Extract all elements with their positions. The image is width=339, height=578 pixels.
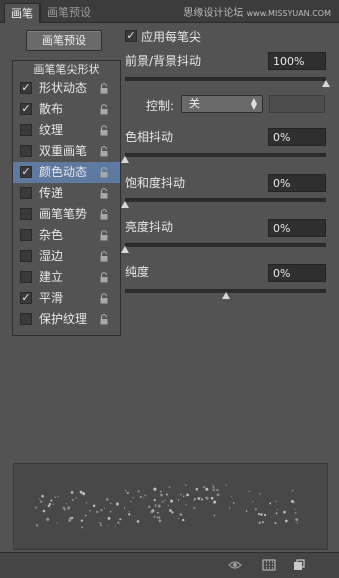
setting-label: 传递: [39, 186, 64, 200]
setting-checkbox[interactable]: ✓: [20, 166, 32, 178]
lock-icon[interactable]: [99, 104, 109, 115]
setting-checkbox[interactable]: [20, 187, 32, 199]
purity-thumb[interactable]: [221, 292, 230, 299]
setting-label: 湿边: [39, 249, 64, 263]
fg-bg-jitter-field[interactable]: 100%: [268, 52, 326, 70]
brush-setting-item[interactable]: ✓ 散布: [13, 99, 120, 120]
setting-checkbox[interactable]: [20, 124, 32, 136]
up-down-arrows-icon: ▲ ▼: [250, 96, 257, 111]
lock-icon[interactable]: [99, 272, 109, 283]
setting-checkbox[interactable]: [20, 229, 32, 241]
fg-bg-jitter-thumb[interactable]: [322, 80, 330, 87]
hue-jitter-slider[interactable]: [125, 153, 326, 157]
lock-icon[interactable]: [99, 167, 109, 178]
lock-icon[interactable]: [99, 230, 109, 241]
grid-icon[interactable]: [262, 558, 276, 572]
eye-icon[interactable]: [228, 558, 242, 572]
lock-icon[interactable]: [99, 293, 109, 304]
brush-setting-item[interactable]: 纹理: [13, 120, 120, 141]
lock-icon[interactable]: [99, 125, 109, 136]
tab-brush[interactable]: 画笔: [4, 3, 40, 23]
brush-setting-item[interactable]: ✓ 平滑: [13, 288, 120, 309]
setting-label: 颜色动态: [39, 165, 88, 179]
fg-bg-jitter-slider[interactable]: [125, 77, 326, 81]
lock-icon[interactable]: [99, 83, 109, 94]
saturation-jitter-field[interactable]: 0%: [268, 174, 326, 192]
brush-setting-item[interactable]: 双重画笔: [13, 141, 120, 162]
brush-setting-item[interactable]: 传递: [13, 183, 120, 204]
setting-checkbox[interactable]: [20, 208, 32, 220]
tab-bar: 画笔 画笔预设 思缘设计论坛 www.MISSYUAN.COM: [0, 0, 339, 23]
brush-setting-item[interactable]: ✓ 形状动态: [13, 78, 120, 99]
hue-jitter-label: 色相抖动: [125, 130, 174, 144]
brush-tip-shape-item[interactable]: 画笔笔尖形状: [13, 61, 120, 78]
saturation-jitter-label: 饱和度抖动: [125, 176, 186, 190]
brush-setting-item[interactable]: ✓ 颜色动态: [13, 162, 120, 183]
hue-jitter-thumb[interactable]: [121, 156, 129, 163]
setting-checkbox[interactable]: [20, 145, 32, 157]
hue-jitter-field[interactable]: 0%: [268, 128, 326, 146]
control-select[interactable]: 关 ▲ ▼: [181, 95, 263, 113]
setting-label: 形状动态: [39, 81, 88, 95]
setting-label: 画笔笔势: [39, 207, 88, 221]
setting-checkbox[interactable]: [20, 250, 32, 262]
setting-checkbox[interactable]: ✓: [20, 292, 32, 304]
tab-brush-presets[interactable]: 画笔预设: [40, 3, 97, 22]
control-select-value: 关: [189, 97, 200, 110]
lock-icon[interactable]: [99, 146, 109, 157]
setting-label: 纹理: [39, 123, 64, 137]
lock-icon[interactable]: [99, 251, 109, 262]
brightness-jitter-field[interactable]: 0%: [268, 219, 326, 237]
brush-panel: 画笔 画笔预设 思缘设计论坛 www.MISSYUAN.COM 画笔预设 画笔笔…: [0, 0, 339, 578]
brush-setting-item[interactable]: 保护纹理: [13, 309, 120, 330]
brightness-jitter-slider[interactable]: [125, 243, 326, 247]
bottom-toolbar: [0, 552, 339, 578]
brush-setting-item[interactable]: 湿边: [13, 246, 120, 267]
saturation-jitter-thumb[interactable]: [121, 201, 129, 208]
setting-checkbox[interactable]: [20, 313, 32, 325]
control-label: 控制:: [146, 99, 175, 113]
brush-stroke-preview: [13, 463, 328, 550]
lock-icon[interactable]: [99, 209, 109, 220]
brightness-jitter-label: 亮度抖动: [125, 220, 174, 234]
setting-label: 建立: [39, 270, 64, 284]
new-brush-icon[interactable]: [292, 558, 306, 572]
purity-field[interactable]: 0%: [268, 264, 326, 282]
brush-setting-item[interactable]: 画笔笔势: [13, 204, 120, 225]
setting-label: 散布: [39, 102, 64, 116]
purity-label: 纯度: [125, 265, 150, 279]
control-value-field: [269, 95, 325, 113]
setting-label: 杂色: [39, 228, 64, 242]
brush-setting-item[interactable]: 杂色: [13, 225, 120, 246]
setting-checkbox[interactable]: ✓: [20, 103, 32, 115]
fg-bg-jitter-label: 前景/背景抖动: [125, 54, 202, 68]
setting-checkbox[interactable]: [20, 271, 32, 283]
setting-checkbox[interactable]: ✓: [20, 82, 32, 94]
setting-label: 平滑: [39, 291, 64, 305]
brush-settings-list: 画笔笔尖形状 ✓ 形状动态 ✓ 散布纹理双重画笔 ✓ 颜色动态传递画笔笔势杂色湿边建立 ✓ 平…: [12, 60, 121, 336]
lock-icon[interactable]: [99, 314, 109, 325]
watermark-url: www.MISSYUAN.COM: [246, 9, 331, 18]
apply-per-tip-checkbox[interactable]: ✓: [125, 30, 137, 42]
setting-label: 双重画笔: [39, 144, 88, 158]
brush-setting-item[interactable]: 建立: [13, 267, 120, 288]
lock-icon[interactable]: [99, 188, 109, 199]
saturation-jitter-slider[interactable]: [125, 198, 326, 202]
brush-presets-button[interactable]: 画笔预设: [26, 30, 102, 51]
apply-per-tip-label: 应用每笔尖: [141, 30, 202, 44]
setting-label: 保护纹理: [39, 312, 88, 326]
watermark-text: 思缘设计论坛: [183, 8, 244, 19]
brightness-jitter-thumb[interactable]: [121, 246, 129, 253]
watermark: 思缘设计论坛 www.MISSYUAN.COM: [183, 4, 331, 19]
scatter-stroke-preview: [35, 483, 299, 529]
